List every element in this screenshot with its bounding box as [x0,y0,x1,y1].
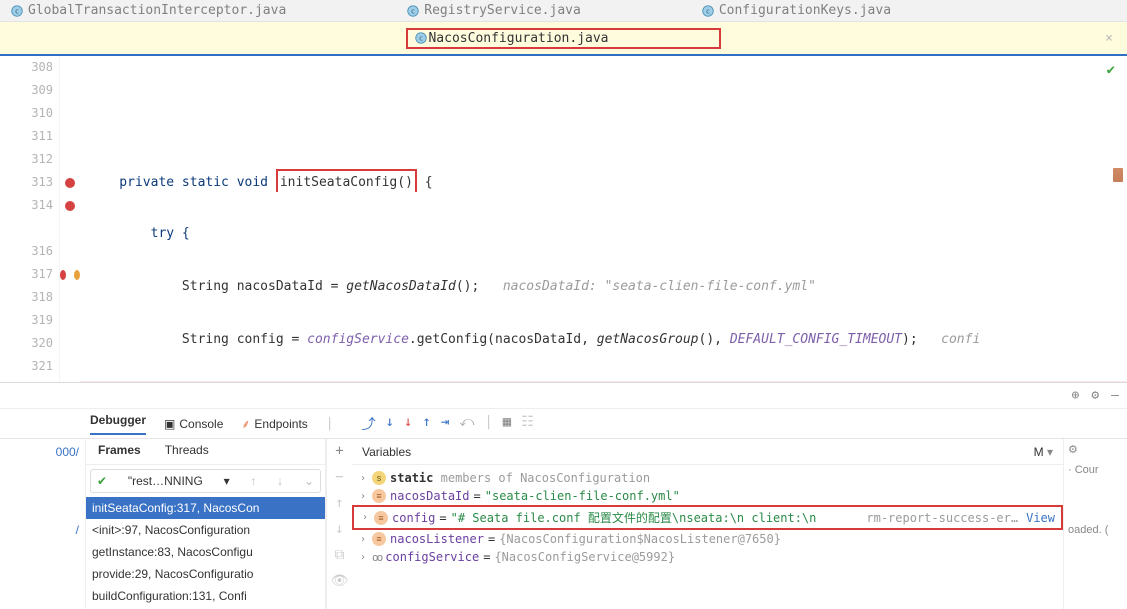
evaluate-icon[interactable]: ▦ [503,414,511,434]
variable-row-highlighted[interactable]: › ≡ config = "# Seata file.conf 配置文件的配置\… [352,505,1063,530]
inactive-tab-row: c GlobalTransactionInterceptor.java c Re… [0,0,1127,22]
down-icon[interactable]: ↓ [335,521,343,537]
chevron-down-icon[interactable]: ▾ [1047,445,1053,459]
variable-row[interactable]: › s static members of NacosConfiguration [352,469,1063,487]
target-icon[interactable]: ⊕ [1072,388,1080,403]
field-icon: ≡ [374,511,388,525]
tab-endpoints[interactable]: ⸙Endpoints [241,415,307,432]
m-label: M [1034,445,1044,459]
variable-row[interactable]: › ≡ nacosDataId = "seata-clien-file-conf… [352,487,1063,505]
frame-list[interactable]: initSeataConfig:317, NacosCon <init>:97,… [86,497,325,607]
frame-item[interactable]: getInstance:83, NacosConfigu [86,541,325,563]
tool-icon-bar: ⊕ ⚙ — [0,383,1127,409]
frame-tool-column: + − ↑ ↓ ⧉ 👁 [326,439,352,609]
tab-console[interactable]: ▣Console [164,417,223,431]
breakpoint-marker[interactable] [65,178,75,188]
breakpoint-marker[interactable] [60,270,66,280]
frame-item[interactable]: buildConfiguration:131, Confi [86,585,325,607]
gear-icon[interactable]: ⚙ [1068,443,1123,456]
variables-label: Variables [362,445,411,459]
close-tab-icon[interactable]: × [1105,31,1113,46]
step-out-icon[interactable]: ↑ [422,414,430,434]
check-icon: ✔ [97,474,107,488]
view-link[interactable]: View [1026,511,1055,525]
threads-tab[interactable]: Threads [153,439,221,464]
inspection-ok-icon: ✔ [1107,62,1115,78]
svg-text:c: c [706,7,710,15]
up-icon[interactable]: ↑ [335,495,343,511]
step-over-icon[interactable]: ⤴ [362,414,376,434]
line-number-gutter: 308 309 310 311 312 313 314 316 317 318 … [0,56,60,382]
variables-column: Variables M ▾ › s static members of Naco… [352,439,1063,609]
field-icon: ≡ [372,532,386,546]
object-icon: oo [372,551,381,564]
breakpoint-column[interactable] [60,56,80,382]
tab-file-3[interactable]: c ConfigurationKeys.java [701,3,891,18]
trace-icon[interactable]: ☷ [521,414,534,434]
run-to-cursor-icon[interactable]: ⇥ [441,414,449,434]
chevron-down-icon: ▾ [224,474,230,488]
svg-text:c: c [411,7,415,15]
left-rail: 000/ / [0,439,86,609]
debug-toolbar: Debugger ▣Console ⸙Endpoints | ⤴ ↓ ↓ ↑ ⇥… [0,409,1127,439]
tab-file-2[interactable]: c RegistryService.java [406,3,581,18]
endpoints-icon: ⸙ [241,415,250,432]
gear-icon[interactable]: ⚙ [1091,388,1099,403]
add-watch-icon[interactable]: + [335,443,343,459]
tab-debugger[interactable]: Debugger [90,413,146,435]
right-rail: ⚙ · Cour oaded. ( [1063,439,1127,609]
eye-icon[interactable]: 👁 [331,573,349,589]
remove-watch-icon[interactable]: − [335,469,343,485]
breakpoint-marker[interactable] [65,201,75,211]
minimize-icon[interactable]: — [1111,388,1119,403]
variable-row[interactable]: › ≡ nacosListener = {NacosConfiguration$… [352,530,1063,548]
editor-area: 308 309 310 311 312 313 314 316 317 318 … [0,56,1127,382]
arrow-up-icon[interactable]: ↑ [250,474,256,488]
link-000[interactable]: 000/ [56,445,79,459]
java-file-icon: c [701,4,715,18]
frames-column: Frames Threads ✔ "rest…NNING ▾ ↑ ↓ ⌄ ini… [86,439,326,609]
java-file-icon: c [10,4,24,18]
java-file-icon: c [406,4,420,18]
arrow-down-icon[interactable]: ↓ [277,474,283,488]
svg-text:c: c [419,35,423,43]
frames-tab[interactable]: Frames [86,439,153,464]
field-icon: ≡ [372,489,386,503]
force-step-into-icon[interactable]: ↓ [404,414,412,434]
variable-row[interactable]: › oo configService = {NacosConfigService… [352,548,1063,566]
code-editor[interactable]: ✔ private static void initSeataConfig() … [80,56,1127,382]
tab-active-file[interactable]: c NacosConfiguration.java [406,28,720,49]
funnel-icon[interactable]: ⌄ [304,474,314,488]
active-tab-label: NacosConfiguration.java [428,31,608,46]
debug-tool-window: ⊕ ⚙ — Debugger ▣Console ⸙Endpoints | ⤴ ↓… [0,382,1127,609]
drop-frame-icon[interactable]: ⤺ [459,414,474,434]
frame-item[interactable]: <init>:97, NacosConfiguration [86,519,325,541]
svg-text:c: c [15,7,19,15]
thread-selector[interactable]: ✔ "rest…NNING ▾ ↑ ↓ ⌄ [90,469,321,493]
active-tab-row: c NacosConfiguration.java × [0,22,1127,56]
tab-file-1[interactable]: c GlobalTransactionInterceptor.java [10,3,286,18]
frame-item[interactable]: provide:29, NacosConfiguratio [86,563,325,585]
frame-item[interactable]: initSeataConfig:317, NacosCon [86,497,325,519]
copy-icon[interactable]: ⧉ [335,547,345,563]
java-file-icon: c [414,31,428,45]
variables-tree[interactable]: › s static members of NacosConfiguration… [352,465,1063,570]
console-icon: ▣ [164,417,175,431]
step-into-icon[interactable]: ↓ [386,414,394,434]
minimap-marker [1113,168,1123,182]
link-slash[interactable]: / [76,523,79,537]
static-icon: s [372,471,386,485]
